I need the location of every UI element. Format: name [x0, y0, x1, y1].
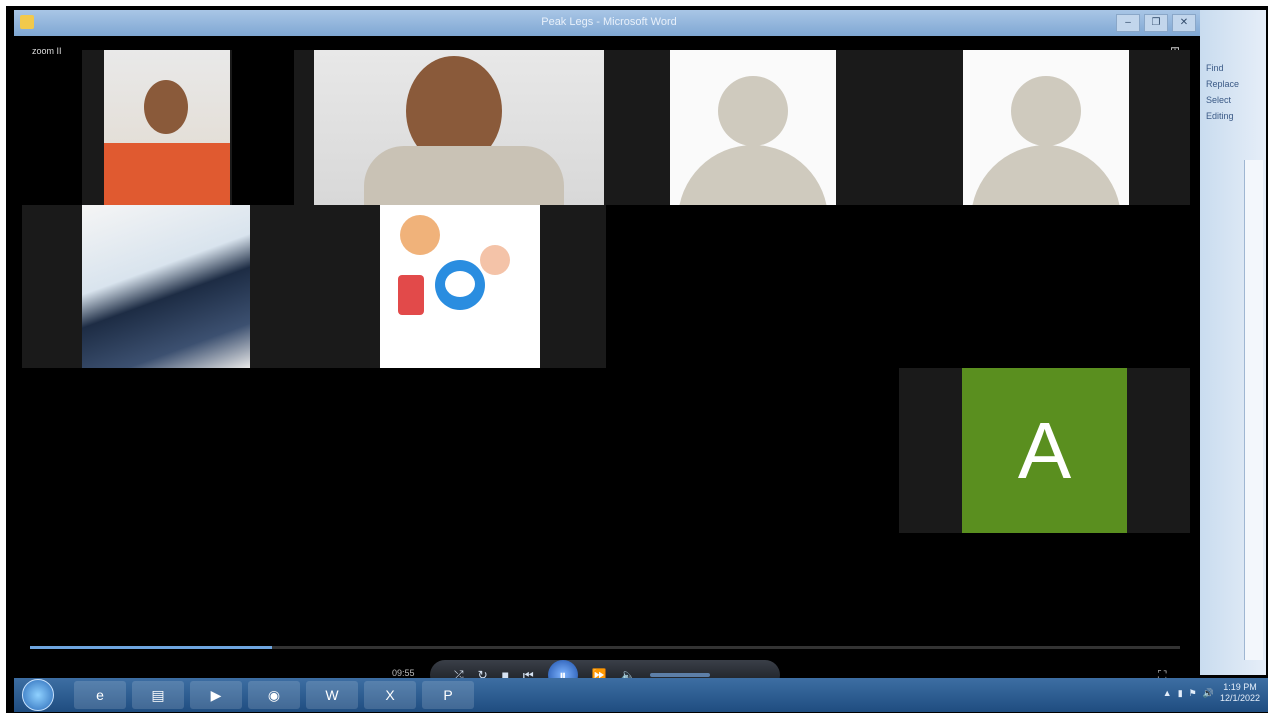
participant-shirt [364, 146, 564, 206]
volume-slider[interactable] [649, 673, 710, 677]
editing-label: Editing [1206, 111, 1234, 121]
avatar-body [971, 145, 1121, 205]
chrome-icon[interactable]: ◉ [248, 681, 300, 709]
seek-bar-fill [30, 646, 272, 649]
participant-tile-5 [22, 205, 322, 368]
excel-icon[interactable]: X [364, 681, 416, 709]
find-button[interactable]: Find [1200, 60, 1266, 76]
window-title: Peak Legs - Microsoft Word [541, 16, 677, 28]
cartoon-character-girl [480, 245, 510, 275]
participant-tile-7: A [899, 368, 1190, 533]
word-side-panel: Find Replace Select Editing [1200, 10, 1266, 675]
media-player-icon[interactable]: ▶ [190, 681, 242, 709]
avatar-head [718, 76, 788, 146]
powerpoint-icon[interactable]: P [422, 681, 474, 709]
default-avatar-icon [670, 50, 836, 205]
participant-tile-1 [82, 50, 232, 205]
cartoon-picture [380, 205, 540, 368]
video-area: zoom II ⊞ [22, 38, 1190, 658]
cartoon-character-face [445, 271, 475, 297]
participant-video-girl [104, 50, 230, 205]
close-button[interactable]: ✕ [1172, 14, 1196, 32]
system-tray: ▲ ▮ ⚑ 🔊 1:19 PM 12/1/2022 [1163, 682, 1260, 704]
seek-bar[interactable] [30, 646, 1180, 649]
participant-tile-3 [606, 50, 891, 205]
elapsed-time: 09:55 [392, 668, 415, 678]
network-icon[interactable]: ▮ [1178, 688, 1183, 699]
restore-button[interactable]: ❐ [1144, 14, 1168, 32]
taskbar: e ▤ ▶ ◉ W X P ▲ ▮ ⚑ 🔊 1:19 PM 12/1/2022 [14, 678, 1268, 712]
avatar-head [1011, 76, 1081, 146]
word-icon[interactable]: W [306, 681, 358, 709]
clock-date: 12/1/2022 [1219, 693, 1260, 703]
tray-arrow-icon[interactable]: ▲ [1163, 688, 1172, 698]
participant-tile-4 [891, 50, 1190, 205]
vertical-scrollbar[interactable] [1244, 160, 1263, 660]
participant-tile-6 [322, 205, 606, 368]
file-explorer-icon[interactable]: ▤ [132, 681, 184, 709]
flag-icon[interactable]: ⚑ [1189, 688, 1197, 699]
start-button[interactable] [22, 679, 54, 711]
clock-time: 1:19 PM [1223, 682, 1257, 692]
internet-explorer-icon[interactable]: e [74, 681, 126, 709]
avatar-body [678, 145, 828, 205]
default-avatar-icon [963, 50, 1129, 205]
meeting-label: zoom II [32, 46, 62, 56]
participant-tile-2 [294, 50, 606, 206]
cartoon-character-orange [400, 215, 440, 255]
participant-initial-avatar: A [962, 368, 1127, 533]
volume-icon[interactable]: 🔊 [1203, 688, 1214, 699]
select-button[interactable]: Select [1200, 92, 1266, 108]
participant-video-man [314, 50, 604, 206]
clock[interactable]: 1:19 PM 12/1/2022 [1220, 682, 1260, 704]
penguin-picture [82, 205, 250, 368]
cartoon-character-boy [398, 275, 424, 315]
participant-face [144, 80, 188, 134]
window-titlebar[interactable]: Peak Legs - Microsoft Word – ❐ ✕ [14, 10, 1204, 36]
replace-button[interactable]: Replace [1200, 76, 1266, 92]
minimize-button[interactable]: – [1116, 14, 1140, 32]
